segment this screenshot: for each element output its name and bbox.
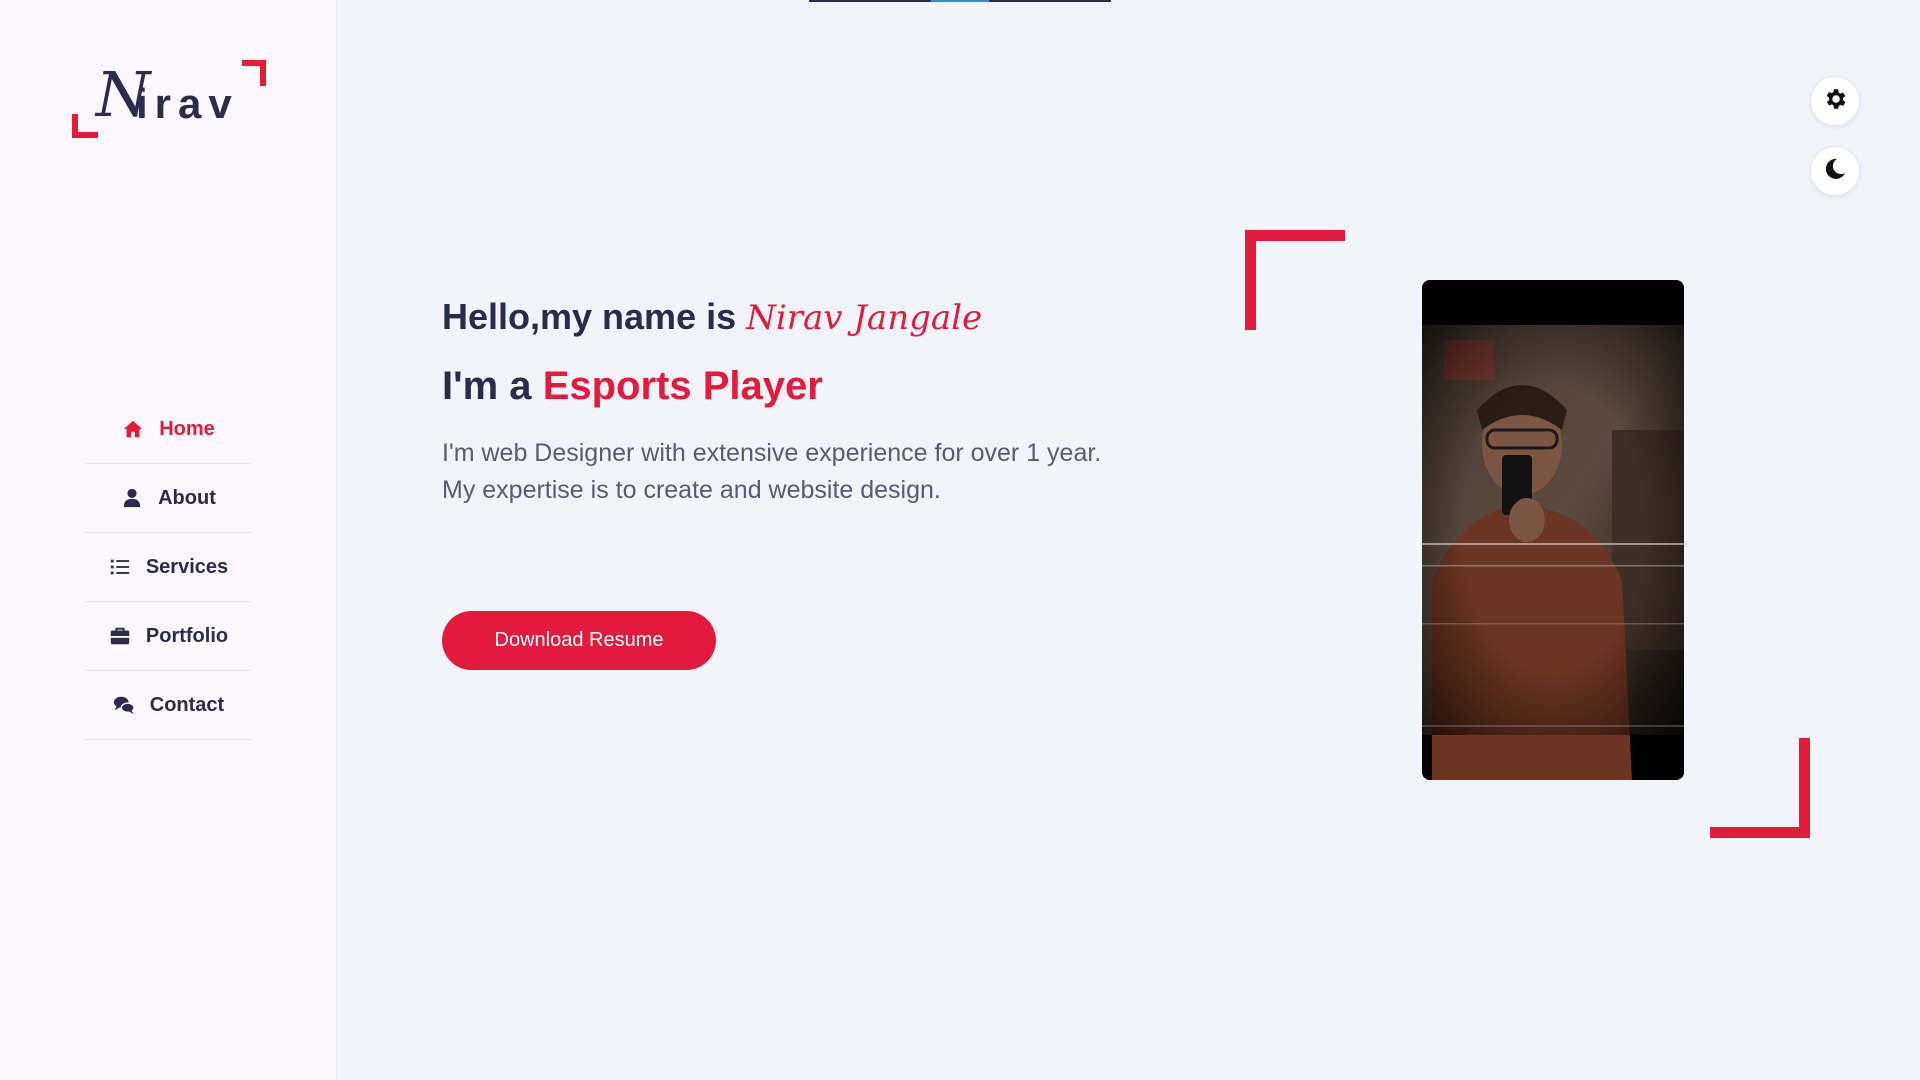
top-progress-segment — [931, 0, 989, 2]
nav-label-portfolio: Portfolio — [145, 624, 229, 647]
logo-corner-bottom-left — [72, 114, 98, 138]
moon-icon — [1823, 157, 1847, 186]
nav-item-contact[interactable]: Contact — [85, 671, 251, 740]
nav-label-about: About — [158, 486, 216, 509]
nav-item-home[interactable]: Home — [85, 395, 251, 464]
frame-corner-top-left — [1245, 230, 1345, 330]
role-title: Esports Player — [542, 364, 823, 408]
comments-icon — [112, 694, 136, 716]
theme-toggle-button[interactable] — [1810, 146, 1860, 196]
logo-text: irav — [136, 80, 239, 127]
hero-description: I'm web Designer with extensive experien… — [442, 435, 1202, 509]
top-progress-line — [809, 0, 1111, 2]
sidebar: N irav Home About Services Portfolio Con… — [0, 0, 337, 1080]
nav-item-about[interactable]: About — [85, 464, 251, 533]
list-icon — [108, 556, 132, 578]
logo-corner-top-right — [242, 60, 266, 86]
app-root: N irav Home About Services Portfolio Con… — [0, 0, 1920, 1080]
hero-role: I'm a Esports Player — [442, 364, 1242, 409]
logo[interactable]: N irav — [72, 60, 266, 140]
nav-label-services: Services — [145, 555, 229, 578]
profile-photo — [1422, 280, 1684, 780]
gear-icon — [1822, 86, 1848, 117]
home-icon — [121, 418, 145, 440]
user-icon — [120, 487, 144, 509]
description-line-2: My expertise is to create and website de… — [442, 476, 941, 504]
frame-corner-bottom-right — [1710, 738, 1810, 838]
download-resume-button[interactable]: Download Resume — [442, 611, 716, 670]
main-nav: Home About Services Portfolio Contact — [85, 395, 251, 740]
nav-item-portfolio[interactable]: Portfolio — [85, 602, 251, 671]
hero-name: Nirav Jangale — [746, 298, 983, 338]
nav-item-services[interactable]: Services — [85, 533, 251, 602]
nav-label-contact: Contact — [149, 693, 225, 716]
settings-button[interactable] — [1810, 76, 1860, 126]
greeting-text: Hello,my name is — [442, 296, 737, 337]
hero-section: Hello,my name is Nirav Jangale I'm a Esp… — [442, 296, 1242, 670]
nav-label-home: Home — [159, 417, 215, 440]
role-prefix: I'm a — [442, 364, 532, 408]
briefcase-icon — [108, 625, 132, 647]
hero-greeting: Hello,my name is Nirav Jangale — [442, 296, 1242, 338]
description-line-1: I'm web Designer with extensive experien… — [442, 439, 1102, 467]
